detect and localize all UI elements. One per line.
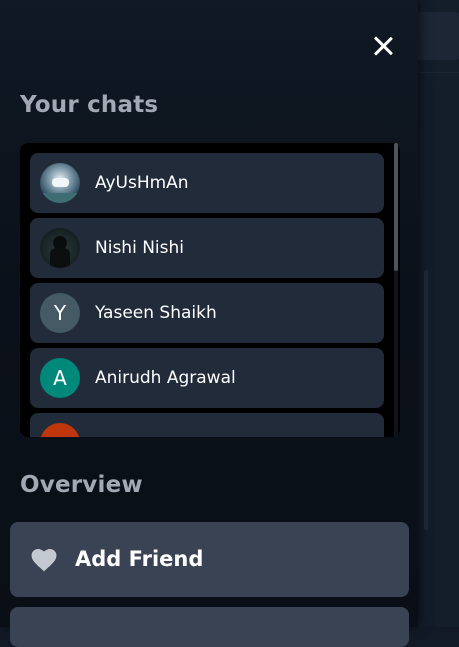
chat-item-partial[interactable] [30, 413, 384, 437]
side-drawer: Your chats AyUsHmAn Nishi Nishi Y Yaseen… [0, 0, 418, 647]
chat-name: Nishi Nishi [95, 238, 184, 258]
add-friend-label: Add Friend [75, 547, 204, 571]
avatar [40, 228, 80, 268]
close-icon[interactable] [370, 33, 396, 59]
divider [418, 72, 459, 73]
chat-item-anirudh-agrawal[interactable]: A Anirudh Agrawal [30, 348, 384, 408]
background-scrollbar[interactable] [424, 270, 428, 530]
chat-item-nishi-nishi[interactable]: Nishi Nishi [30, 218, 384, 278]
avatar [40, 163, 80, 203]
add-friend-button[interactable]: Add Friend [10, 522, 409, 597]
chat-list-panel: AyUsHmAn Nishi Nishi Y Yaseen Shaikh A A… [20, 143, 400, 437]
chat-name: Anirudh Agrawal [95, 368, 236, 388]
overview-title: Overview [20, 472, 143, 498]
heart-icon [31, 548, 57, 572]
chat-item-ayushman[interactable]: AyUsHmAn [30, 153, 384, 213]
background-track [432, 90, 434, 627]
chat-list: AyUsHmAn Nishi Nishi Y Yaseen Shaikh A A… [30, 153, 384, 437]
chat-item-yaseen-shaikh[interactable]: Y Yaseen Shaikh [30, 283, 384, 343]
avatar [40, 423, 80, 437]
your-chats-title: Your chats [20, 92, 159, 118]
avatar: Y [40, 293, 80, 333]
chat-list-scrollbar[interactable] [394, 143, 398, 437]
scrollbar-thumb[interactable] [394, 143, 398, 271]
overview-item-partial[interactable] [10, 607, 409, 647]
chat-name: AyUsHmAn [95, 173, 189, 193]
avatar: A [40, 358, 80, 398]
chat-name: Yaseen Shaikh [95, 303, 217, 323]
